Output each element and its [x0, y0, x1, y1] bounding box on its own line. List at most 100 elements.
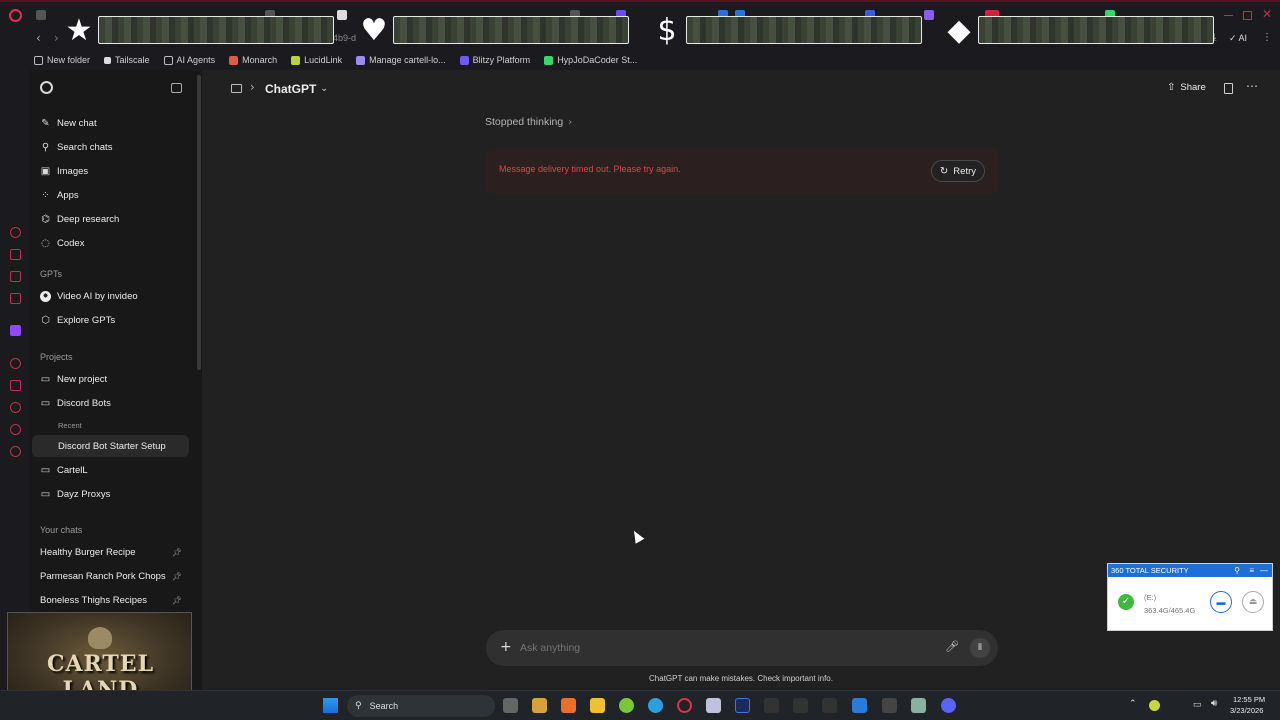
codex-button[interactable]: ◌ Codex — [40, 234, 84, 252]
ai-button[interactable]: ✓ AI — [1229, 33, 1247, 44]
cube-icon: ⬡ — [41, 314, 50, 326]
chat-item[interactable]: Boneless Thighs Recipes — [40, 591, 190, 609]
bookmark-manage-cartell[interactable]: Manage cartell-lo... — [356, 55, 446, 65]
opera-aria-icon[interactable] — [10, 227, 21, 238]
bookmarks-bar: New folder Tailscale AI Agents Monarch L… — [0, 50, 1280, 70]
clock-date[interactable]: 3/23/2026 — [1230, 706, 1263, 715]
voice-mode-icon[interactable]: ⦀ — [970, 638, 990, 658]
windows-start-icon[interactable] — [323, 698, 338, 713]
explore-gpts-button[interactable]: ⬡ Explore GPTs — [40, 311, 115, 329]
image-icon: ▣ — [40, 165, 51, 177]
search-icon: ⚲ — [355, 701, 362, 711]
player-icon[interactable] — [10, 358, 21, 369]
folder-plus-icon: ▭ — [40, 373, 51, 385]
close-icon[interactable]: ✕ — [1262, 7, 1272, 21]
tray-app-icon[interactable] — [1149, 700, 1160, 711]
speaker-icon[interactable]: 🔊︎ — [1211, 698, 1217, 709]
open-folder-button[interactable]: ▬ — [1210, 591, 1232, 613]
project-dayz-proxys[interactable]: ▭ Dayz Proxys — [40, 485, 111, 503]
bookmark-lucidlink[interactable]: LucidLink — [291, 55, 342, 65]
app-icon[interactable] — [619, 698, 634, 713]
search-chats-button[interactable]: ⚲ Search chats — [40, 138, 113, 156]
opera-shopping-icon[interactable] — [10, 249, 21, 260]
app-icon[interactable] — [911, 698, 926, 713]
menu-icon[interactable]: ≡ — [1249, 564, 1254, 577]
bookmark-hypjodacoder[interactable]: HypJoDaCoder St... — [544, 55, 637, 65]
dayz-icon[interactable] — [793, 698, 808, 713]
app-icon[interactable] — [561, 698, 576, 713]
network-icon[interactable]: ▭ — [1193, 699, 1202, 710]
model-selector[interactable]: ChatGPT ⌄ — [265, 82, 328, 96]
microphone-icon[interactable]: 🎤︎ — [945, 640, 959, 653]
prompt-input[interactable] — [520, 638, 920, 658]
images-button[interactable]: ▣ Images — [40, 162, 88, 180]
bookmark-tailscale[interactable]: Tailscale — [104, 55, 150, 65]
clock-time[interactable]: 12:55 PM — [1233, 695, 1265, 704]
app-icon[interactable] — [882, 698, 897, 713]
minimize-icon[interactable] — [1224, 15, 1233, 16]
notes-icon[interactable] — [1224, 83, 1233, 94]
blitzy-icon — [459, 55, 469, 65]
opera-messenger-icon[interactable] — [10, 271, 21, 282]
maximize-icon[interactable] — [1243, 11, 1252, 20]
task-view-icon[interactable] — [503, 698, 518, 713]
tray-chevron-icon[interactable]: ⌃ — [1129, 699, 1137, 709]
app-icon[interactable] — [822, 698, 837, 713]
back-icon[interactable]: ‹ — [36, 31, 41, 45]
settings-icon[interactable] — [10, 446, 21, 457]
minimize-icon[interactable]: — — [1260, 564, 1268, 577]
app-icon[interactable] — [706, 698, 721, 713]
stopped-thinking-toggle[interactable]: Stopped thinking › — [485, 116, 572, 128]
menu-icon[interactable]: ⋮ — [1262, 32, 1272, 43]
infinity-icon — [356, 55, 366, 65]
add-attachment-icon[interactable]: + — [500, 639, 512, 655]
chat-item[interactable]: Healthy Burger Recipe — [40, 543, 190, 561]
app-icon[interactable] — [532, 698, 547, 713]
taskbar-search[interactable]: ⚲ Search — [347, 695, 495, 717]
photoshop-icon[interactable] — [735, 698, 750, 713]
file-explorer-icon[interactable] — [590, 698, 605, 713]
bookmark-monarch[interactable]: Monarch — [229, 55, 277, 65]
bookmark-blitzy[interactable]: Blitzy Platform — [459, 55, 530, 65]
tab-icon[interactable] — [36, 10, 46, 20]
windows-taskbar: ⚲ Search ⌃ ▭ 🔊︎ 12:55 PM 3/23/2026 — [0, 690, 1280, 720]
opera-icon[interactable] — [677, 698, 692, 713]
gpt-video-ai[interactable]: ✸ Video AI by invideo — [40, 287, 138, 305]
vscode-icon[interactable] — [852, 698, 867, 713]
chat-discord-bot-starter[interactable]: Discord Bot Starter Setup — [58, 437, 166, 455]
chat-item[interactable]: Parmesan Ranch Pork Chops — [40, 567, 190, 585]
pin-icon[interactable] — [10, 380, 21, 391]
opera-mail-icon[interactable] — [10, 293, 21, 304]
project-folder-icon[interactable] — [231, 84, 242, 93]
gpts-heading: GPTs — [40, 269, 63, 279]
overlay-progress-bar — [978, 16, 1214, 44]
bookmark-new-folder[interactable]: New folder — [34, 55, 90, 65]
tab-icon[interactable] — [337, 10, 347, 20]
forward-icon[interactable]: › — [54, 31, 59, 45]
toggle-sidebar-icon[interactable] — [171, 83, 182, 93]
more-options-icon[interactable]: ⋯ — [1246, 79, 1258, 93]
opera-logo-icon[interactable] — [9, 9, 22, 22]
new-project-button[interactable]: ▭ New project — [40, 370, 107, 388]
discord-icon[interactable] — [941, 698, 956, 713]
twitch-icon[interactable] — [10, 325, 21, 336]
sidebar-scrollbar[interactable] — [197, 75, 201, 370]
dayz-icon[interactable] — [764, 698, 779, 713]
new-chat-button[interactable]: ✎ New chat — [40, 114, 96, 132]
apps-button[interactable]: ⁘ Apps — [40, 186, 78, 204]
bookmark-ai-agents[interactable]: AI Agents — [163, 55, 215, 65]
ai-label: AI — [1238, 33, 1248, 43]
tab-icon[interactable] — [924, 10, 934, 20]
project-discord-bots[interactable]: ▭ Discord Bots — [40, 394, 111, 412]
history-icon[interactable] — [10, 402, 21, 413]
retry-button[interactable]: ↻ Retry — [930, 160, 985, 182]
project-cartell[interactable]: ▭ CartelL — [40, 461, 88, 479]
telegram-icon[interactable] — [648, 698, 663, 713]
extensions-icon[interactable] — [10, 424, 21, 435]
address-url-text[interactable]: 4b9-d — [333, 33, 356, 43]
openai-logo-icon[interactable] — [40, 81, 53, 94]
deep-research-button[interactable]: ⌬ Deep research — [40, 210, 119, 228]
share-button[interactable]: ⇧ Share — [1167, 82, 1206, 93]
eject-button[interactable]: ⏏ — [1242, 591, 1264, 613]
search-icon[interactable]: ⚲ — [1234, 564, 1240, 577]
